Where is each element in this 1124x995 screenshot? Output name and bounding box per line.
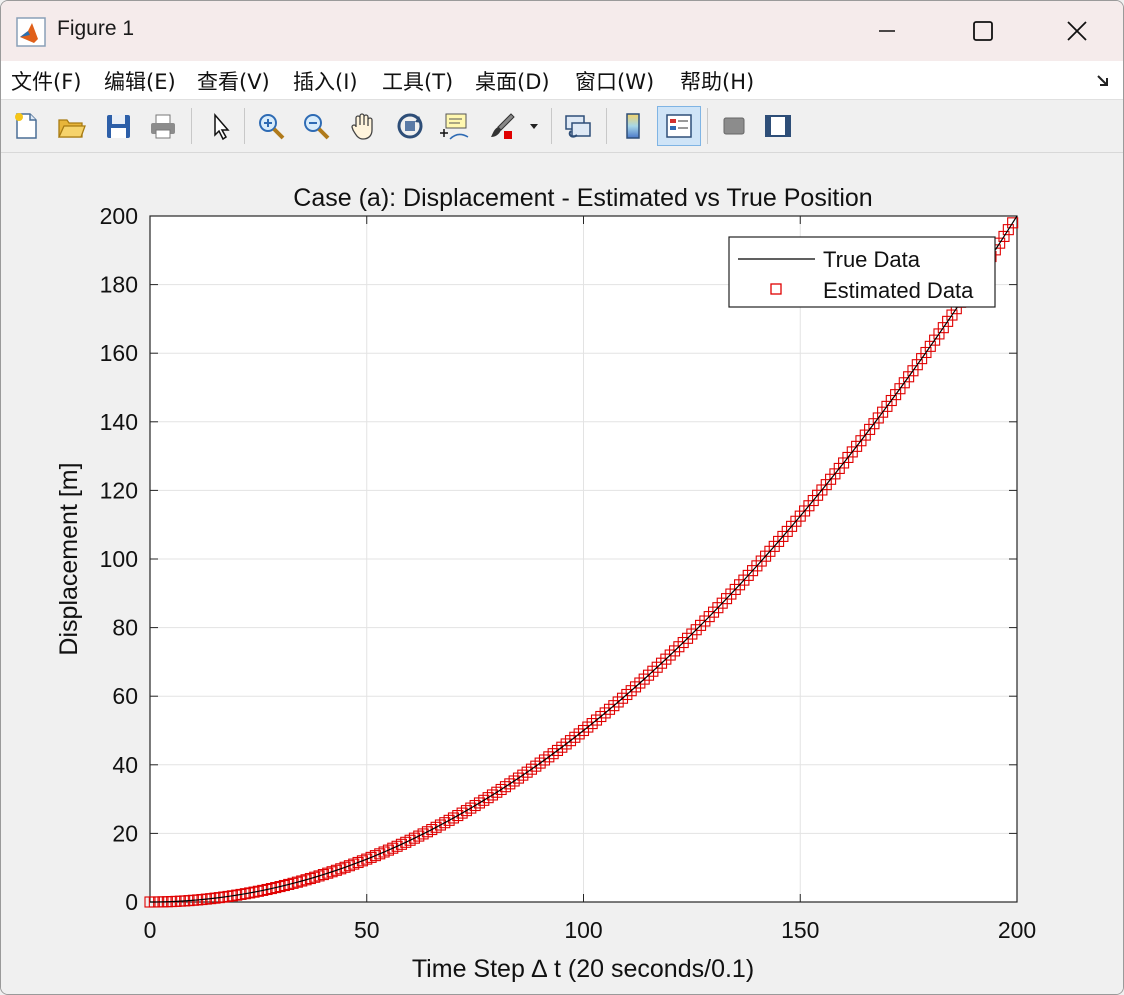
y-tick-label: 40 bbox=[112, 752, 138, 778]
legend-button[interactable] bbox=[657, 106, 701, 146]
open-file-button[interactable] bbox=[52, 106, 90, 146]
show-plot-tools-icon bbox=[765, 115, 791, 137]
y-tick-label: 100 bbox=[100, 546, 138, 572]
legend-entry-estimated: Estimated Data bbox=[823, 278, 974, 303]
window-title: Figure 1 bbox=[57, 17, 135, 40]
close-icon bbox=[1067, 21, 1087, 41]
brush-button[interactable] bbox=[483, 106, 521, 146]
chart-title: Case (a): Displacement - Estimated vs Tr… bbox=[293, 184, 872, 212]
zoom-out-button[interactable] bbox=[297, 106, 335, 146]
legend-entry-true: True Data bbox=[823, 247, 921, 272]
y-tick-label: 0 bbox=[125, 889, 138, 915]
save-button[interactable] bbox=[99, 106, 137, 146]
menu-insert[interactable]: 插入(I) bbox=[293, 66, 358, 96]
close-button[interactable] bbox=[1031, 1, 1123, 61]
y-tick-label: 60 bbox=[112, 683, 138, 709]
toolbar-separator bbox=[707, 108, 708, 144]
pan-icon bbox=[351, 113, 373, 140]
print-icon bbox=[151, 114, 175, 139]
maximize-icon bbox=[973, 21, 993, 41]
menu-bar: 文件(F) 编辑(E) 查看(V) 插入(I) 工具(T) 桌面(D) 窗口(W… bbox=[1, 61, 1123, 100]
y-tick-label: 20 bbox=[112, 820, 138, 846]
dock-arrow-icon[interactable] bbox=[1095, 73, 1111, 89]
x-tick-label: 150 bbox=[781, 917, 819, 943]
zoom-out-icon bbox=[304, 114, 330, 140]
title-bar: Figure 1 bbox=[1, 1, 1123, 61]
menu-desktop[interactable]: 桌面(D) bbox=[475, 66, 550, 96]
minimize-button[interactable] bbox=[841, 1, 933, 61]
x-tick-label: 200 bbox=[998, 917, 1036, 943]
y-axis-label: Displacement [m] bbox=[55, 462, 83, 655]
brush-icon bbox=[491, 113, 515, 139]
colorbar-button[interactable] bbox=[614, 106, 652, 146]
print-button[interactable] bbox=[144, 106, 182, 146]
open-file-icon bbox=[57, 119, 86, 138]
hide-plot-tools-icon bbox=[723, 117, 745, 135]
rotate-3d-button[interactable] bbox=[391, 106, 429, 146]
chevron-down-icon bbox=[530, 124, 538, 129]
pan-button[interactable] bbox=[344, 106, 382, 146]
y-tick-label: 180 bbox=[100, 272, 138, 298]
data-cursor-button[interactable] bbox=[436, 106, 474, 146]
pointer-icon bbox=[214, 112, 230, 141]
menu-tools[interactable]: 工具(T) bbox=[382, 66, 453, 96]
menu-edit[interactable]: 编辑(E) bbox=[104, 66, 176, 96]
chart[interactable]: Case (a): Displacement - Estimated vs Tr… bbox=[1, 153, 1123, 994]
minimize-icon bbox=[879, 30, 895, 32]
new-figure-button[interactable] bbox=[7, 106, 45, 146]
legend-icon bbox=[666, 114, 692, 138]
figure-window: Figure 1 文件(F) 编辑(E) 查看(V) 插入(I) 工具(T) 桌… bbox=[0, 0, 1124, 995]
new-figure-icon bbox=[15, 113, 37, 139]
zoom-in-button[interactable] bbox=[252, 106, 290, 146]
y-tick-label: 80 bbox=[112, 615, 138, 641]
figure-canvas: Case (a): Displacement - Estimated vs Tr… bbox=[1, 153, 1123, 994]
legend[interactable]: True Data Estimated Data bbox=[728, 236, 996, 308]
brush-dropdown-button[interactable] bbox=[525, 106, 543, 146]
y-tick-label: 140 bbox=[100, 409, 138, 435]
toolbar-separator bbox=[244, 108, 245, 144]
link-plot-button[interactable] bbox=[559, 106, 597, 146]
x-tick-label: 0 bbox=[144, 917, 157, 943]
toolbar-separator bbox=[551, 108, 552, 144]
pointer-button[interactable] bbox=[201, 106, 239, 146]
y-tick-label: 120 bbox=[100, 477, 138, 503]
data-cursor-icon bbox=[440, 113, 469, 140]
rotate-3d-icon bbox=[397, 113, 423, 139]
x-axis-label: Time Step ∆ t (20 seconds/0.1) bbox=[412, 955, 754, 983]
matlab-icon bbox=[16, 17, 46, 47]
toolbar-separator bbox=[606, 108, 607, 144]
link-plot-icon bbox=[565, 115, 591, 138]
toolbar-separator bbox=[191, 108, 192, 144]
x-tick-label: 50 bbox=[354, 917, 380, 943]
y-tick-label: 200 bbox=[100, 203, 138, 229]
hide-plot-tools-button[interactable] bbox=[715, 106, 753, 146]
menu-file[interactable]: 文件(F) bbox=[11, 66, 81, 96]
x-tick-label: 100 bbox=[564, 917, 602, 943]
menu-window[interactable]: 窗口(W) bbox=[575, 66, 654, 96]
menu-view[interactable]: 查看(V) bbox=[197, 66, 270, 96]
maximize-button[interactable] bbox=[937, 1, 1029, 61]
y-tick-label: 160 bbox=[100, 340, 138, 366]
zoom-in-icon bbox=[259, 114, 285, 140]
show-plot-tools-button[interactable] bbox=[759, 106, 797, 146]
toolbar bbox=[1, 100, 1123, 153]
menu-help[interactable]: 帮助(H) bbox=[680, 66, 754, 96]
colorbar-icon bbox=[626, 113, 640, 139]
save-icon bbox=[107, 115, 130, 138]
